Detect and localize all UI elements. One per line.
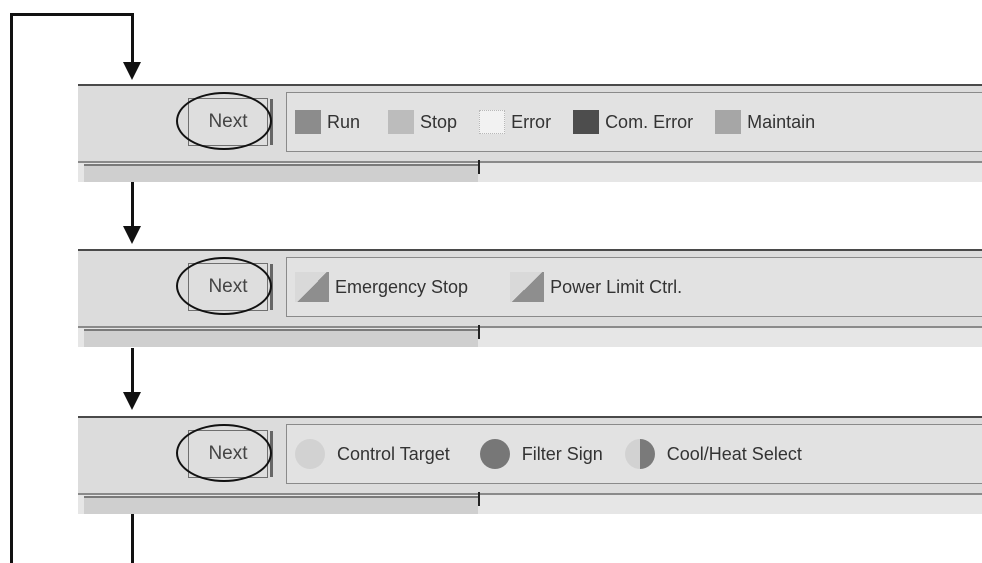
legend-item-error: Error xyxy=(479,110,551,134)
next-button[interactable]: Next xyxy=(188,430,273,478)
com-error-swatch-icon xyxy=(573,110,600,134)
arrow-down-icon xyxy=(123,392,141,410)
legend-item-emergency-stop: Emergency Stop xyxy=(295,272,468,302)
legend-item-stop: Stop xyxy=(382,110,457,134)
legend-label: Com. Error xyxy=(605,111,694,132)
status-legend: Run Stop Error Com. Error Maintain xyxy=(286,92,982,152)
run-swatch-icon xyxy=(295,110,321,134)
legend-label: Run xyxy=(327,111,361,132)
status-legend: Emergency Stop Power Limit Ctrl. xyxy=(286,257,982,317)
legend-item-power-limit: Power Limit Ctrl. xyxy=(510,272,682,302)
legend-label: Stop xyxy=(420,111,458,132)
flow-line-left xyxy=(10,13,13,563)
legend-item-cool-heat: Cool/Heat Select xyxy=(624,439,802,469)
legend-label: Cool/Heat Select xyxy=(666,443,802,464)
legend-label: Maintain xyxy=(747,111,816,132)
legend-item-maintain: Maintain xyxy=(715,110,815,134)
status-legend: Control Target Filter Sign Cool/Heat Sel… xyxy=(286,424,982,484)
arrow-down-icon xyxy=(123,226,141,244)
maintain-swatch-icon xyxy=(715,110,742,134)
legend-item-control-target: Control Target xyxy=(295,439,450,469)
legend-toolbar-3: Next Control Target Filter Sign Cool/Hea… xyxy=(78,416,982,514)
flow-line-top xyxy=(10,13,134,16)
flow-line-down-1 xyxy=(131,13,134,63)
tab-separator xyxy=(478,325,480,339)
next-button[interactable]: Next xyxy=(188,98,273,146)
legend-label: Filter Sign xyxy=(521,443,603,464)
error-swatch-icon xyxy=(479,110,506,134)
legend-toolbar-1: Next Run Stop Error Com. Error Maintain xyxy=(78,84,982,182)
flow-line-down-3 xyxy=(131,348,134,393)
legend-label: Power Limit Ctrl. xyxy=(550,276,683,297)
panel-tab[interactable] xyxy=(84,164,478,182)
control-target-dot-icon xyxy=(295,439,325,469)
tab-separator xyxy=(478,492,480,506)
panel-tab[interactable] xyxy=(84,329,478,347)
legend-label: Emergency Stop xyxy=(335,276,469,297)
toolbar-divider xyxy=(78,493,982,495)
legend-label: Control Target xyxy=(337,443,450,464)
legend-toolbar-2: Next Emergency Stop Power Limit Ctrl. xyxy=(78,249,982,347)
arrow-down-icon xyxy=(123,62,141,80)
legend-item-com-error: Com. Error xyxy=(573,110,693,134)
stop-swatch-icon xyxy=(388,110,415,134)
flow-line-down-2 xyxy=(131,182,134,227)
legend-item-run: Run xyxy=(295,110,360,134)
toolbar-divider xyxy=(78,161,982,163)
tab-separator xyxy=(478,160,480,174)
emergency-stop-swatch-icon xyxy=(295,272,329,302)
toolbar-divider xyxy=(78,326,982,328)
next-button[interactable]: Next xyxy=(188,263,273,311)
power-limit-swatch-icon xyxy=(510,272,545,302)
panel-tab[interactable] xyxy=(84,496,478,514)
legend-label: Error xyxy=(511,111,552,132)
cool-heat-dot-icon xyxy=(624,439,655,469)
flow-line-down-4 xyxy=(131,514,134,563)
legend-item-filter-sign: Filter Sign xyxy=(479,439,603,469)
filter-sign-dot-icon xyxy=(479,439,510,469)
